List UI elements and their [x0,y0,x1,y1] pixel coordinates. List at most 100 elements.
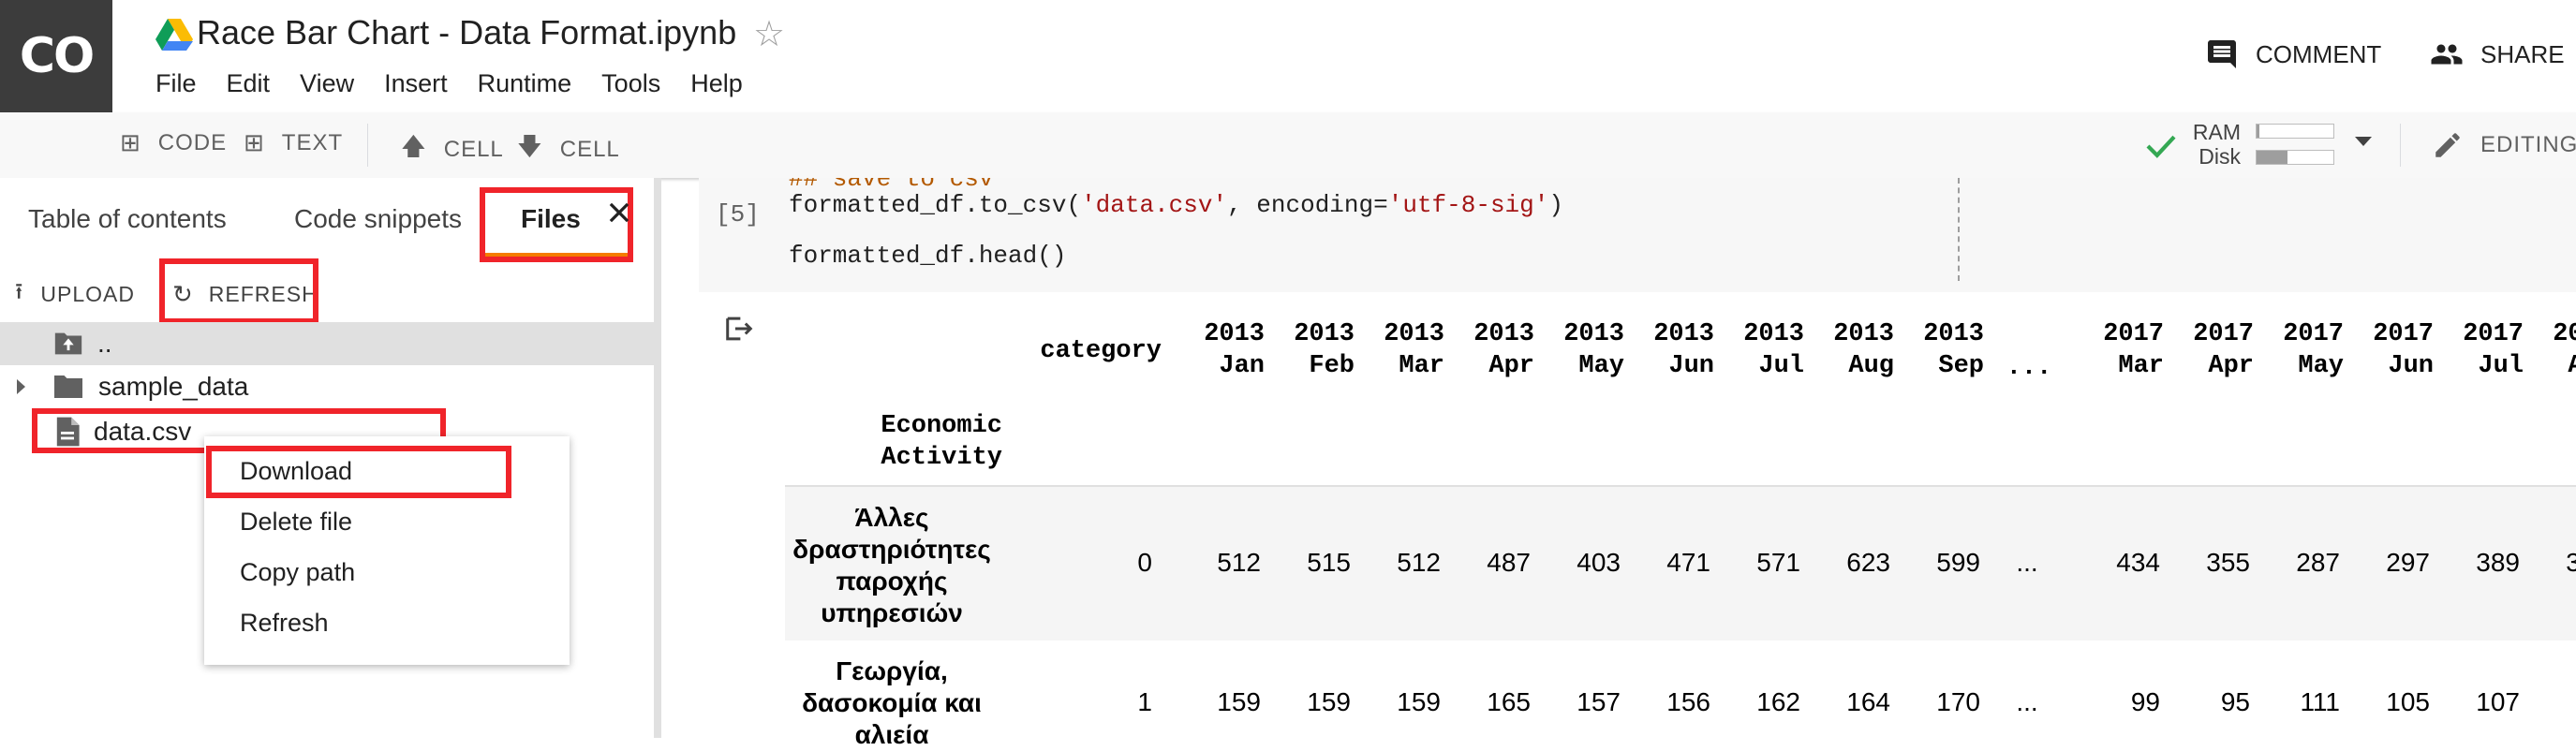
row-label-line: Γεωργία, [836,656,948,685]
column-header-line: May [2298,352,2344,380]
column-header: 2013 Apr [1444,318,1534,382]
table-cell: 164 [1846,687,1890,716]
disk-label: Disk [2198,144,2241,169]
ruler-line [1958,178,1960,281]
editing-mode-button[interactable]: EDITING [2432,129,2576,161]
row-label: Άλλες δραστηριότητες παροχής υπηρεσιών [785,502,999,629]
index-name-line: Economic [881,412,1002,440]
column-header: 2017 Apr [2164,318,2254,382]
column-header-line: 2013 [1563,320,1624,348]
table-cell-category: 0 [1137,548,1152,577]
panel-resize-handle[interactable] [654,178,661,738]
menu-file[interactable]: File [155,69,197,98]
table-cell: 165 [1487,687,1531,716]
table-cell: 99 [2130,687,2160,716]
column-header-line: Aug [2568,352,2576,380]
menu-edit[interactable]: Edit [227,69,271,98]
ram-usage-bar[interactable] [2256,124,2334,139]
menu-item-refresh[interactable]: Refresh [240,609,329,638]
column-header-line: 2013 [1833,320,1894,348]
upload-icon: ⭱ [15,278,24,304]
column-header: 2017 Jul [2434,318,2524,382]
table-cell: 156 [1666,687,1710,716]
execution-count: [5] [716,200,760,228]
parent-directory: .. [97,329,112,358]
toolbar-divider [2400,124,2401,167]
table-cell: 355 [2206,548,2250,577]
menu-help[interactable]: Help [690,69,743,98]
column-header: 2013 Jul [1714,318,1804,382]
table-cell: 403 [1577,548,1621,577]
column-header: 2017 Aug [2524,318,2576,382]
highlight-box [159,258,318,324]
folder-name: sample_data [98,372,249,401]
column-header-line: Jan [1219,352,1265,380]
column-header-line: Sep [1938,352,1984,380]
table-cell: ... [2016,687,2038,716]
toolbar: ⊞ CODE ⊞ TEXT 🡅 CELL 🡇 CELL RAM Disk EDITING [0,112,2576,178]
column-header: 2017 Mar [2074,318,2164,382]
table-cell: 599 [1936,548,1980,577]
ram-label: RAM [2192,120,2241,144]
output-icon[interactable] [723,315,755,343]
row-label-line: Άλλες [854,503,929,532]
tab-table-of-contents[interactable]: Table of contents [28,204,227,234]
menu-item-copy-path[interactable]: Copy path [240,558,355,587]
move-cell-up-button[interactable]: 🡅 CELL [401,129,504,170]
cell-up-label: CELL [443,137,504,162]
column-header-line: 2013 [1204,320,1265,348]
column-header-line: ... [2006,354,2052,382]
menu-runtime[interactable]: Runtime [478,69,572,98]
column-header: 2013 Sep [1894,318,1984,382]
table-cell: 512 [1217,548,1261,577]
row-label: Γεωργία, δασοκομία και αλιεία [785,655,999,751]
tab-code-snippets[interactable]: Code snippets [294,204,462,234]
table-cell: 159 [1217,687,1261,716]
resources-dropdown-icon[interactable] [2355,137,2372,146]
column-header-line: Jul [2478,352,2524,380]
menu-item-delete-file[interactable]: Delete file [240,508,352,537]
menu-tools[interactable]: Tools [601,69,660,98]
column-header-line: 2017 [2373,320,2434,348]
table-cell: 571 [1756,548,1800,577]
column-header-line: Mar [2118,352,2164,380]
expand-arrow-icon[interactable] [17,379,25,394]
column-header: 2013 Jan [1175,318,1265,382]
column-header-line: Mar [1399,352,1444,380]
close-icon[interactable] [607,200,631,225]
folder-up-icon [54,332,82,355]
menu-insert[interactable]: Insert [384,69,448,98]
share-button[interactable]: SHARE [2428,37,2565,71]
index-name: Economic Activity [785,410,1002,474]
star-icon[interactable]: ☆ [753,13,785,54]
file-row-parent[interactable]: .. [0,322,654,365]
colab-logo[interactable]: CO [0,0,112,112]
code-token: , encoding= [1227,191,1388,219]
comment-button[interactable]: COMMENT [2205,37,2381,71]
table-cell-category: 1 [1137,687,1152,716]
file-row-folder[interactable]: sample_data [0,365,654,408]
disk-usage-bar[interactable] [2256,150,2334,165]
add-code-button[interactable]: ⊞ CODE [120,129,227,157]
plus-box-icon: ⊞ [120,129,141,157]
table-cell: 105 [2386,687,2430,716]
table-cell: 297 [2386,548,2430,577]
column-header: 2013 Mar [1355,318,1444,382]
code-line-head: formatted_df.head() [789,242,1067,270]
column-header-category: category [1040,337,1162,365]
menu-bar: File Edit View Insert Runtime Tools Help [155,69,773,98]
column-header: 2017 Jun [2344,318,2434,382]
upload-button[interactable]: UPLOAD [40,282,135,307]
share-label: SHARE [2480,39,2565,68]
column-header-line: Apr [2208,352,2254,380]
table-cell: 159 [1307,687,1351,716]
menu-view[interactable]: View [300,69,354,98]
code-token: formatted_df.to_csv( [789,191,1082,219]
notebook-title[interactable]: Race Bar Chart - Data Format.ipynb [197,13,736,52]
add-text-button[interactable]: ⊞ TEXT [244,129,343,157]
add-code-label: CODE [157,130,228,155]
code-string: 'utf-8-sig' [1387,191,1549,219]
move-cell-down-button[interactable]: 🡇 CELL [517,129,620,170]
table-cell: 107 [2476,687,2520,716]
ram-usage-fill [2257,125,2260,138]
